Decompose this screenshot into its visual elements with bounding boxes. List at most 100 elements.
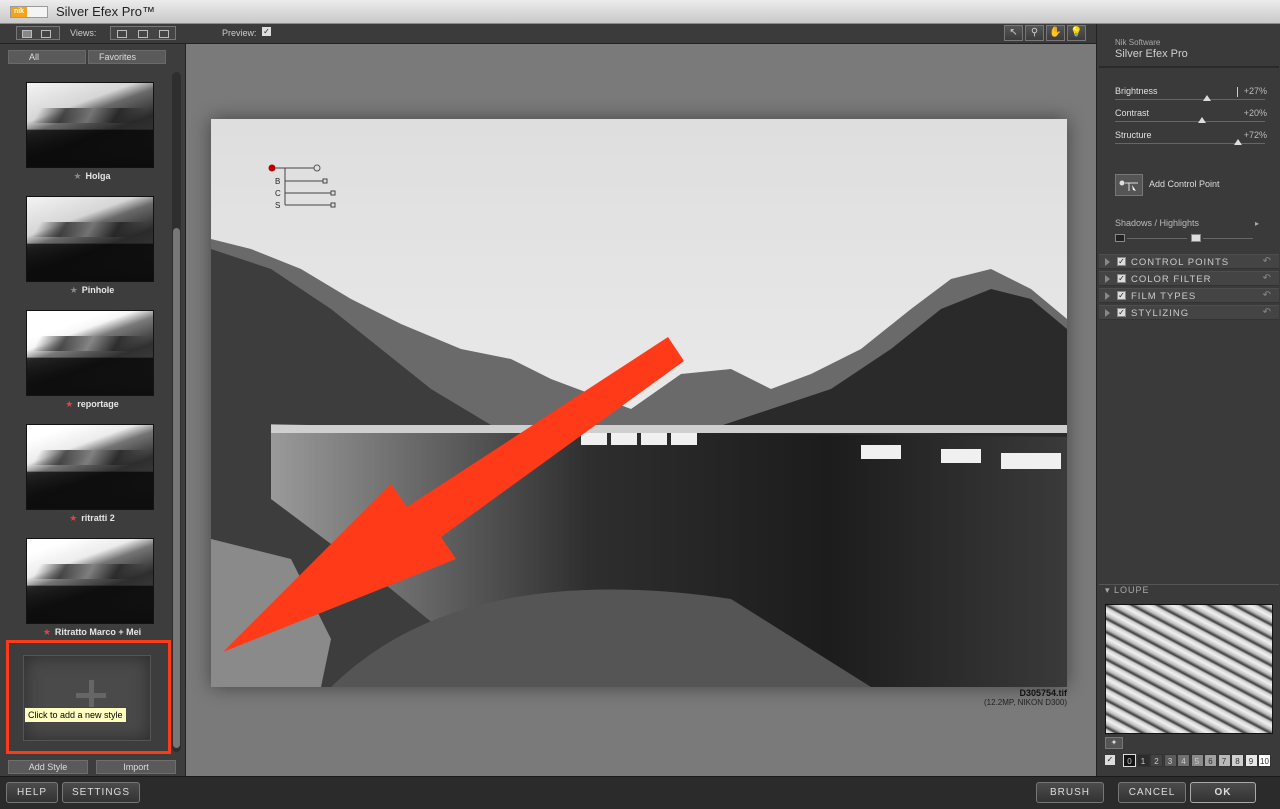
ok-button[interactable]: OK <box>1190 782 1256 803</box>
style-item-pinhole[interactable]: ★ Pinhole <box>8 182 168 296</box>
pin-icon[interactable]: ✦ <box>1105 737 1123 749</box>
toolbar: Views: Preview: ✓ ↖ ⚲ ✋ 💡 <box>0 24 1096 44</box>
zone-system-checkbox[interactable]: ✓ <box>1105 755 1115 765</box>
views-selector[interactable] <box>110 26 176 40</box>
section-control-points[interactable]: ✓ CONTROL POINTS ↶ <box>1099 254 1279 269</box>
zone-button-10[interactable]: 10 <box>1258 754 1271 767</box>
zone-button-6[interactable]: 6 <box>1204 754 1217 767</box>
style-label: ★ Holga <box>73 171 111 181</box>
style-thumbnail <box>26 82 154 168</box>
zone-button-1[interactable]: 1 <box>1136 754 1150 767</box>
reset-icon[interactable]: ↶ <box>1263 307 1271 318</box>
highlights-swatch-icon[interactable] <box>1191 234 1201 242</box>
slider-track[interactable] <box>1115 99 1265 100</box>
expand-icon[interactable] <box>1105 258 1110 266</box>
shadows-swatch-icon[interactable] <box>1115 234 1125 242</box>
add-style-button[interactable]: Add Style <box>8 760 88 774</box>
scrollbar-thumb[interactable] <box>173 228 180 749</box>
favorite-star-icon[interactable]: ★ <box>65 399 73 409</box>
section-film-types[interactable]: ✓ FILM TYPES ↶ <box>1099 288 1279 303</box>
light-tool-button[interactable]: 💡 <box>1067 25 1086 41</box>
zone-button-8[interactable]: 8 <box>1231 754 1244 767</box>
import-button[interactable]: Import <box>96 760 176 774</box>
shadows-track[interactable] <box>1127 238 1187 239</box>
section-stylizing[interactable]: ✓ STYLIZING ↶ <box>1099 305 1279 320</box>
single-view-icon[interactable] <box>117 30 127 38</box>
style-item-holga[interactable]: ★ Holga <box>8 68 168 182</box>
zone-button-3[interactable]: 3 <box>1163 754 1177 767</box>
views-label: Views: <box>70 28 97 38</box>
zone-button-4[interactable]: 4 <box>1177 754 1190 767</box>
reset-icon[interactable]: ↶ <box>1263 273 1271 284</box>
section-label: CONTROL POINTS <box>1131 257 1230 268</box>
expand-icon[interactable] <box>1105 292 1110 300</box>
brush-button[interactable]: BRUSH <box>1036 782 1104 803</box>
reset-icon[interactable]: ↶ <box>1263 290 1271 301</box>
star-icon[interactable]: ★ <box>70 285 78 295</box>
section-checkbox[interactable]: ✓ <box>1117 291 1126 300</box>
section-color-filter[interactable]: ✓ COLOR FILTER ↶ <box>1099 271 1279 286</box>
loupe-header[interactable]: ▾ LOUPE <box>1099 584 1279 596</box>
star-icon[interactable]: ★ <box>73 171 81 181</box>
expand-icon[interactable] <box>1105 275 1110 283</box>
favorite-star-icon[interactable]: ★ <box>69 513 77 523</box>
help-button[interactable]: HELP <box>6 782 58 803</box>
style-thumbnail <box>26 424 154 510</box>
style-label: ★ Pinhole <box>69 285 115 295</box>
section-checkbox[interactable]: ✓ <box>1117 274 1126 283</box>
preview-area[interactable]: B C S D305754.tif (12.2MP, NIKON D300) <box>186 44 1096 776</box>
photo-preview[interactable]: B C S <box>211 119 1067 687</box>
styles-panel: All Favorites ★ Holga ★ Pinhole ★ reportage… <box>0 44 186 776</box>
side-by-side-view-icon[interactable] <box>159 30 169 38</box>
add-new-style-highlight <box>6 640 171 754</box>
select-tool-button[interactable]: ↖ <box>1004 25 1023 41</box>
style-label: ★ Ritratto Marco + Mei <box>42 627 142 637</box>
zone-button-7[interactable]: 7 <box>1217 754 1231 767</box>
slider-knob[interactable] <box>1234 139 1242 145</box>
reset-icon[interactable]: ↶ <box>1263 256 1271 267</box>
tab-all[interactable]: All <box>8 50 86 64</box>
zone-button-5[interactable]: 5 <box>1190 754 1204 767</box>
nik-logo: nik <box>10 6 48 18</box>
section-checkbox[interactable]: ✓ <box>1117 308 1126 317</box>
slider-knob[interactable] <box>1198 117 1206 123</box>
zone-button-2[interactable]: 2 <box>1150 754 1163 767</box>
style-thumbnail <box>26 310 154 396</box>
zone-system-row: 0 1 2 3 4 5 6 7 8 9 10 <box>1123 754 1271 768</box>
style-item-ritratti-2[interactable]: ★ ritratti 2 <box>8 410 168 524</box>
slider-value: +27% <box>1243 86 1267 96</box>
zoom-tool-button[interactable]: ⚲ <box>1025 25 1044 41</box>
cancel-button[interactable]: CANCEL <box>1118 782 1186 803</box>
add-control-point-label[interactable]: Add Control Point <box>1149 179 1220 189</box>
tab-favorites[interactable]: Favorites <box>88 50 166 64</box>
shadows-highlights-label[interactable]: Shadows / Highlights <box>1115 218 1199 228</box>
highlights-track[interactable] <box>1203 238 1253 239</box>
contrast-slider[interactable]: Contrast +20% <box>1115 108 1267 128</box>
structure-slider[interactable]: Structure +72% <box>1115 130 1267 150</box>
zone-button-9[interactable]: 9 <box>1244 754 1258 767</box>
favorite-star-icon[interactable]: ★ <box>43 627 51 637</box>
window-title: Silver Efex Pro™ <box>56 4 155 19</box>
settings-button[interactable]: SETTINGS <box>62 782 140 803</box>
slider-knob[interactable] <box>1202 95 1211 101</box>
zone-button-0[interactable]: 0 <box>1123 754 1136 767</box>
styles-scrollbar[interactable] <box>172 72 181 752</box>
brightness-slider[interactable]: Brightness +27% <box>1115 86 1267 106</box>
expand-icon[interactable] <box>1105 309 1110 317</box>
pan-tool-button[interactable]: ✋ <box>1046 25 1065 41</box>
style-item-reportage[interactable]: ★ reportage <box>8 296 168 410</box>
shadows-highlights-arrow-icon[interactable]: ▸ <box>1255 219 1259 228</box>
add-control-point-button[interactable] <box>1115 174 1143 196</box>
add-new-style-button[interactable] <box>23 655 151 741</box>
slider-label: Brightness <box>1115 86 1158 96</box>
split-view-icon[interactable] <box>138 30 148 38</box>
section-checkbox[interactable]: ✓ <box>1117 257 1126 266</box>
style-label: ★ reportage <box>65 399 119 409</box>
slider-track[interactable] <box>1115 121 1265 122</box>
style-item-ritratto-marco-mei[interactable]: ★ Ritratto Marco + Mei <box>8 524 168 638</box>
single-panel-icon <box>22 30 32 38</box>
cp-label-b: B <box>275 177 280 186</box>
preview-checkbox[interactable]: ✓ <box>262 27 271 36</box>
slider-track[interactable] <box>1115 143 1265 144</box>
panel-toggle-button[interactable] <box>16 26 60 40</box>
